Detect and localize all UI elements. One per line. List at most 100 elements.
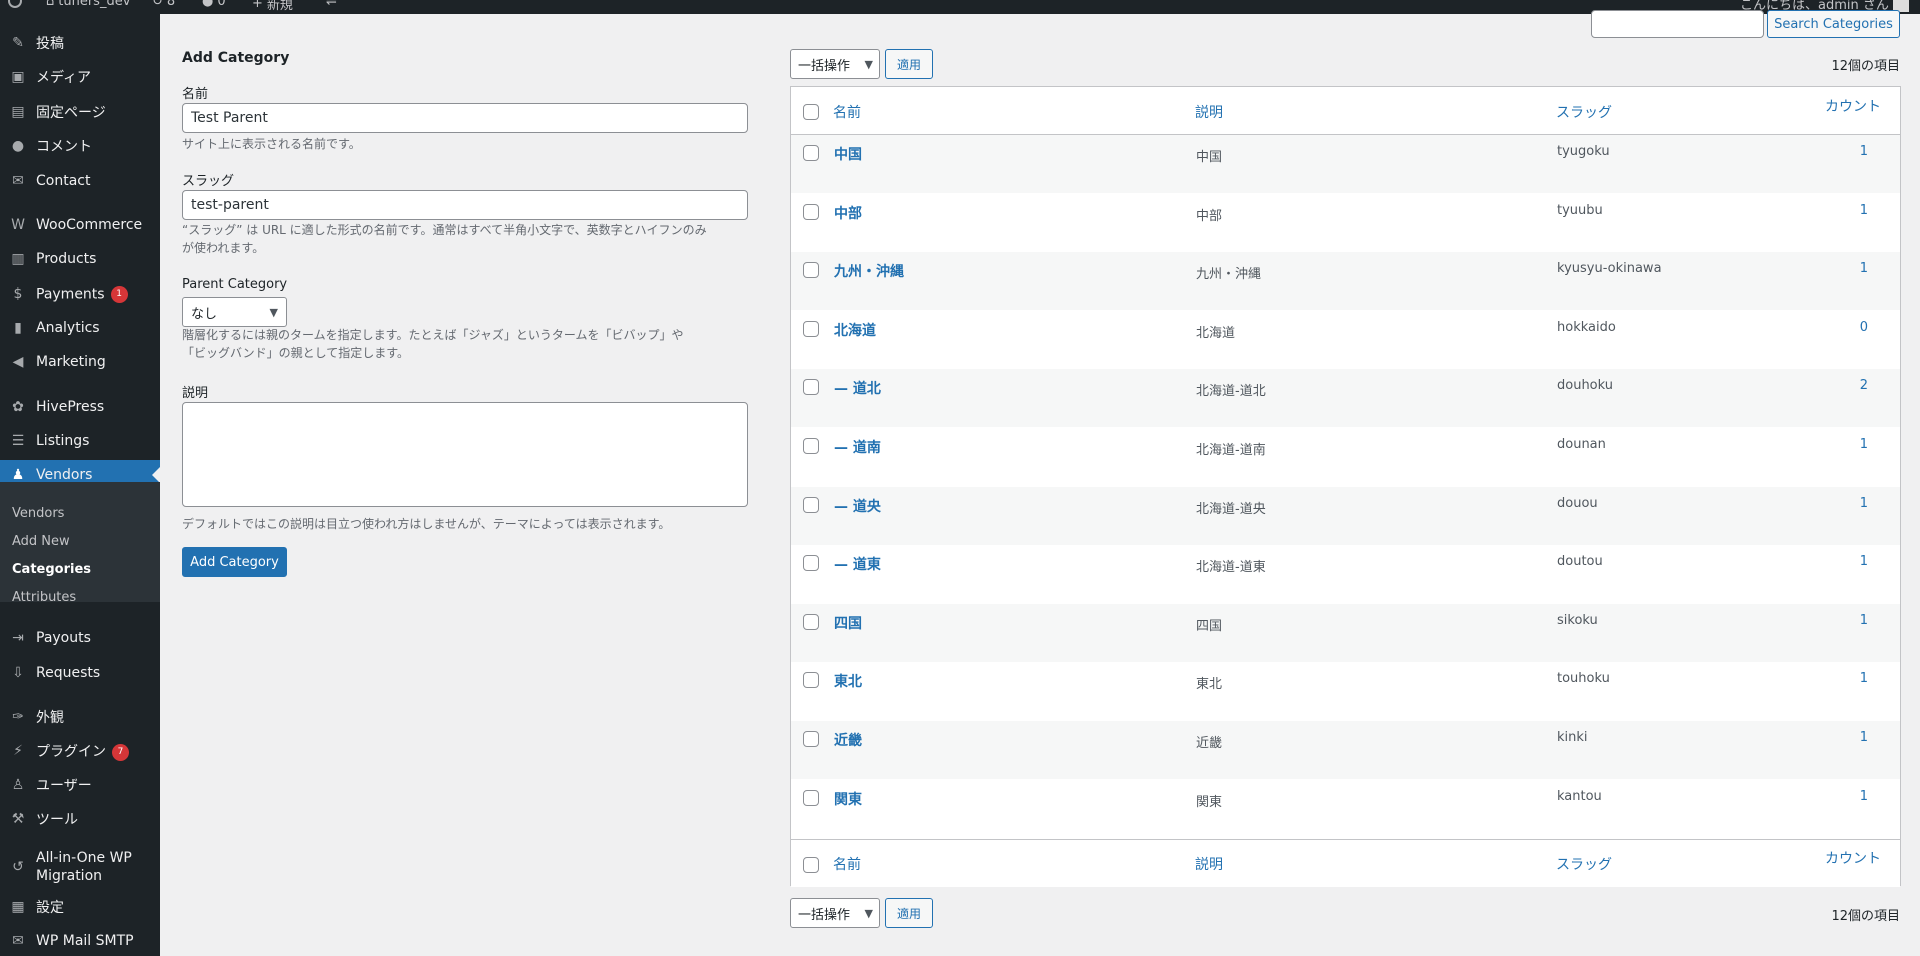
sidebar-item-mail[interactable]: ✉ Contact (0, 166, 160, 196)
sidebar-item-label: 外観 (36, 710, 64, 726)
category-name-link[interactable]: 四国 (834, 613, 862, 633)
category-count-link[interactable]: 2 (1860, 378, 1868, 393)
column-header-name[interactable]: 名前 (833, 102, 861, 122)
description-textarea[interactable] (182, 402, 748, 507)
category-count-link[interactable]: 1 (1860, 671, 1868, 686)
category-count-link[interactable]: 1 (1860, 144, 1868, 159)
column-header-description[interactable]: 説明 (1195, 102, 1223, 122)
submenu-item-categories[interactable]: Categories (12, 562, 91, 577)
category-name-link[interactable]: — 道東 (834, 554, 881, 574)
bulk-actions-select-bottom[interactable]: 一括操作 ▼ (790, 898, 880, 928)
sidebar-item-plugin[interactable]: ⚡ プラグイン 7 (0, 736, 160, 766)
name-field[interactable] (182, 103, 748, 133)
category-count-link[interactable]: 1 (1860, 261, 1868, 276)
sidebar-item-chart[interactable]: ▮ Analytics (0, 313, 160, 343)
category-count-link[interactable]: 1 (1860, 554, 1868, 569)
sidebar-item-settings[interactable]: ▦ 設定 (0, 892, 160, 922)
column-footer-name[interactable]: 名前 (833, 854, 861, 874)
sidebar-item-list[interactable]: ☰ Listings (0, 426, 160, 456)
search-categories-button[interactable]: Search Categories (1767, 10, 1900, 38)
chevron-down-icon: ▼ (864, 907, 873, 920)
name-help-text: サイト上に表示される名前です。 (182, 137, 361, 151)
sidebar-item-page[interactable]: ▤ 固定ページ (0, 97, 160, 127)
category-name-link[interactable]: 北海道 (834, 320, 876, 340)
category-name-link[interactable]: 中国 (834, 144, 862, 164)
sidebar-item-users[interactable]: ♙ ユーザー (0, 770, 160, 800)
select-all-checkbox[interactable] (803, 104, 819, 120)
category-name-link[interactable]: 中部 (834, 203, 862, 223)
apply-button-top[interactable]: 適用 (885, 49, 933, 79)
sidebar-item-wrench[interactable]: ⚒ ツール (0, 804, 160, 834)
updates-link[interactable]: ↻ 8 (152, 0, 175, 9)
sidebar-item-export[interactable]: ⇥ Payouts (0, 623, 160, 653)
sidebar-item-woo[interactable]: W WooCommerce (0, 210, 160, 240)
table-row: 四国 四国 sikoku 1 (791, 603, 1900, 662)
select-all-checkbox-footer[interactable] (803, 857, 819, 873)
row-checkbox[interactable] (803, 379, 819, 396)
list-icon: ☰ (11, 433, 25, 449)
category-name-link[interactable]: 関東 (834, 789, 862, 809)
sidebar-item-archive[interactable]: ▥ Products (0, 244, 160, 274)
category-name-link[interactable]: — 道南 (834, 437, 881, 457)
sidebar-item-inbox[interactable]: ⇩ Requests (0, 658, 160, 688)
row-checkbox[interactable] (803, 262, 819, 279)
submenu-item-add-new[interactable]: Add New (12, 534, 70, 549)
category-name-link[interactable]: 九州・沖縄 (834, 261, 904, 281)
wordpress-logo-icon[interactable] (8, 0, 22, 8)
column-header-slug[interactable]: スラッグ (1556, 102, 1612, 122)
sidebar-item-label: コメント (36, 139, 92, 155)
search-input[interactable] (1591, 10, 1764, 38)
brush-icon: ✑ (12, 709, 24, 725)
column-header-count[interactable]: カウント (1825, 96, 1881, 116)
sidebar-item-dollar[interactable]: $ Payments 1 (0, 279, 160, 309)
new-content-link[interactable]: + 新規 (252, 0, 293, 13)
row-checkbox[interactable] (803, 613, 819, 630)
table-row: — 道北 北海道-道北 douhoku 2 (791, 369, 1900, 428)
category-count-link[interactable]: 1 (1860, 203, 1868, 218)
row-checkbox[interactable] (803, 731, 819, 747)
site-name-link[interactable]: ⌂ tuners_dev (46, 0, 130, 9)
parent-category-select[interactable]: なし ▼ (182, 297, 287, 327)
sidebar-item-migration[interactable]: ↺ All-in-One WP Migration (0, 846, 160, 888)
row-checkbox[interactable] (803, 555, 819, 572)
sidebar-item-brush[interactable]: ✑ 外観 (0, 702, 160, 732)
category-count-link[interactable]: 1 (1860, 613, 1868, 628)
category-name-link[interactable]: — 道央 (834, 496, 881, 516)
row-checkbox[interactable] (803, 320, 819, 337)
category-count-link[interactable]: 0 (1860, 320, 1868, 335)
sidebar-item-media[interactable]: ▣ メディア (0, 62, 160, 92)
sidebar-item-pin[interactable]: ✎ 投稿 (0, 28, 160, 58)
category-count-link[interactable]: 1 (1860, 496, 1868, 511)
bulk-actions-select-top[interactable]: 一括操作 ▼ (790, 49, 880, 79)
sidebar-item-comment[interactable]: ● コメント (0, 131, 160, 161)
comments-link[interactable]: ● 0 (202, 0, 226, 9)
cart-icon[interactable]: ⇌ (326, 0, 337, 9)
row-checkbox[interactable] (803, 203, 819, 220)
sidebar-item-hive[interactable]: ✿ HivePress (0, 392, 160, 422)
category-name-link[interactable]: 東北 (834, 671, 862, 691)
column-footer-count[interactable]: カウント (1825, 848, 1881, 868)
submenu-item-attributes[interactable]: Attributes (12, 590, 76, 605)
sidebar-item-label: Requests (36, 665, 101, 681)
row-checkbox[interactable] (803, 438, 819, 454)
categories-table: 名前 説明 スラッグ カウント 中国 中国 tyugoku 1 中部 中部 tyuubu 1 九… (790, 86, 1901, 887)
row-checkbox[interactable] (803, 496, 819, 513)
category-count-link[interactable]: 1 (1860, 789, 1868, 804)
category-name-link[interactable]: 近畿 (834, 730, 862, 750)
category-count-link[interactable]: 1 (1860, 730, 1868, 745)
add-category-button[interactable]: Add Category (182, 547, 287, 577)
category-count-link[interactable]: 1 (1860, 437, 1868, 452)
slug-field[interactable] (182, 190, 748, 220)
apply-button-bottom[interactable]: 適用 (885, 898, 933, 928)
category-name-link[interactable]: — 道北 (834, 378, 881, 398)
submenu-item-vendors[interactable]: Vendors (12, 506, 64, 521)
sidebar-item-label: プラグイン 7 (36, 741, 129, 761)
column-footer-description[interactable]: 説明 (1195, 854, 1223, 874)
row-checkbox[interactable] (803, 789, 819, 806)
sidebar-item-megaphone[interactable]: ◀ Marketing (0, 347, 160, 377)
users-icon: ♙ (11, 777, 25, 793)
column-footer-slug[interactable]: スラッグ (1556, 854, 1612, 874)
sidebar-item-smtp[interactable]: ✉ WP Mail SMTP (0, 926, 160, 956)
row-checkbox[interactable] (803, 145, 819, 161)
row-checkbox[interactable] (803, 672, 819, 689)
